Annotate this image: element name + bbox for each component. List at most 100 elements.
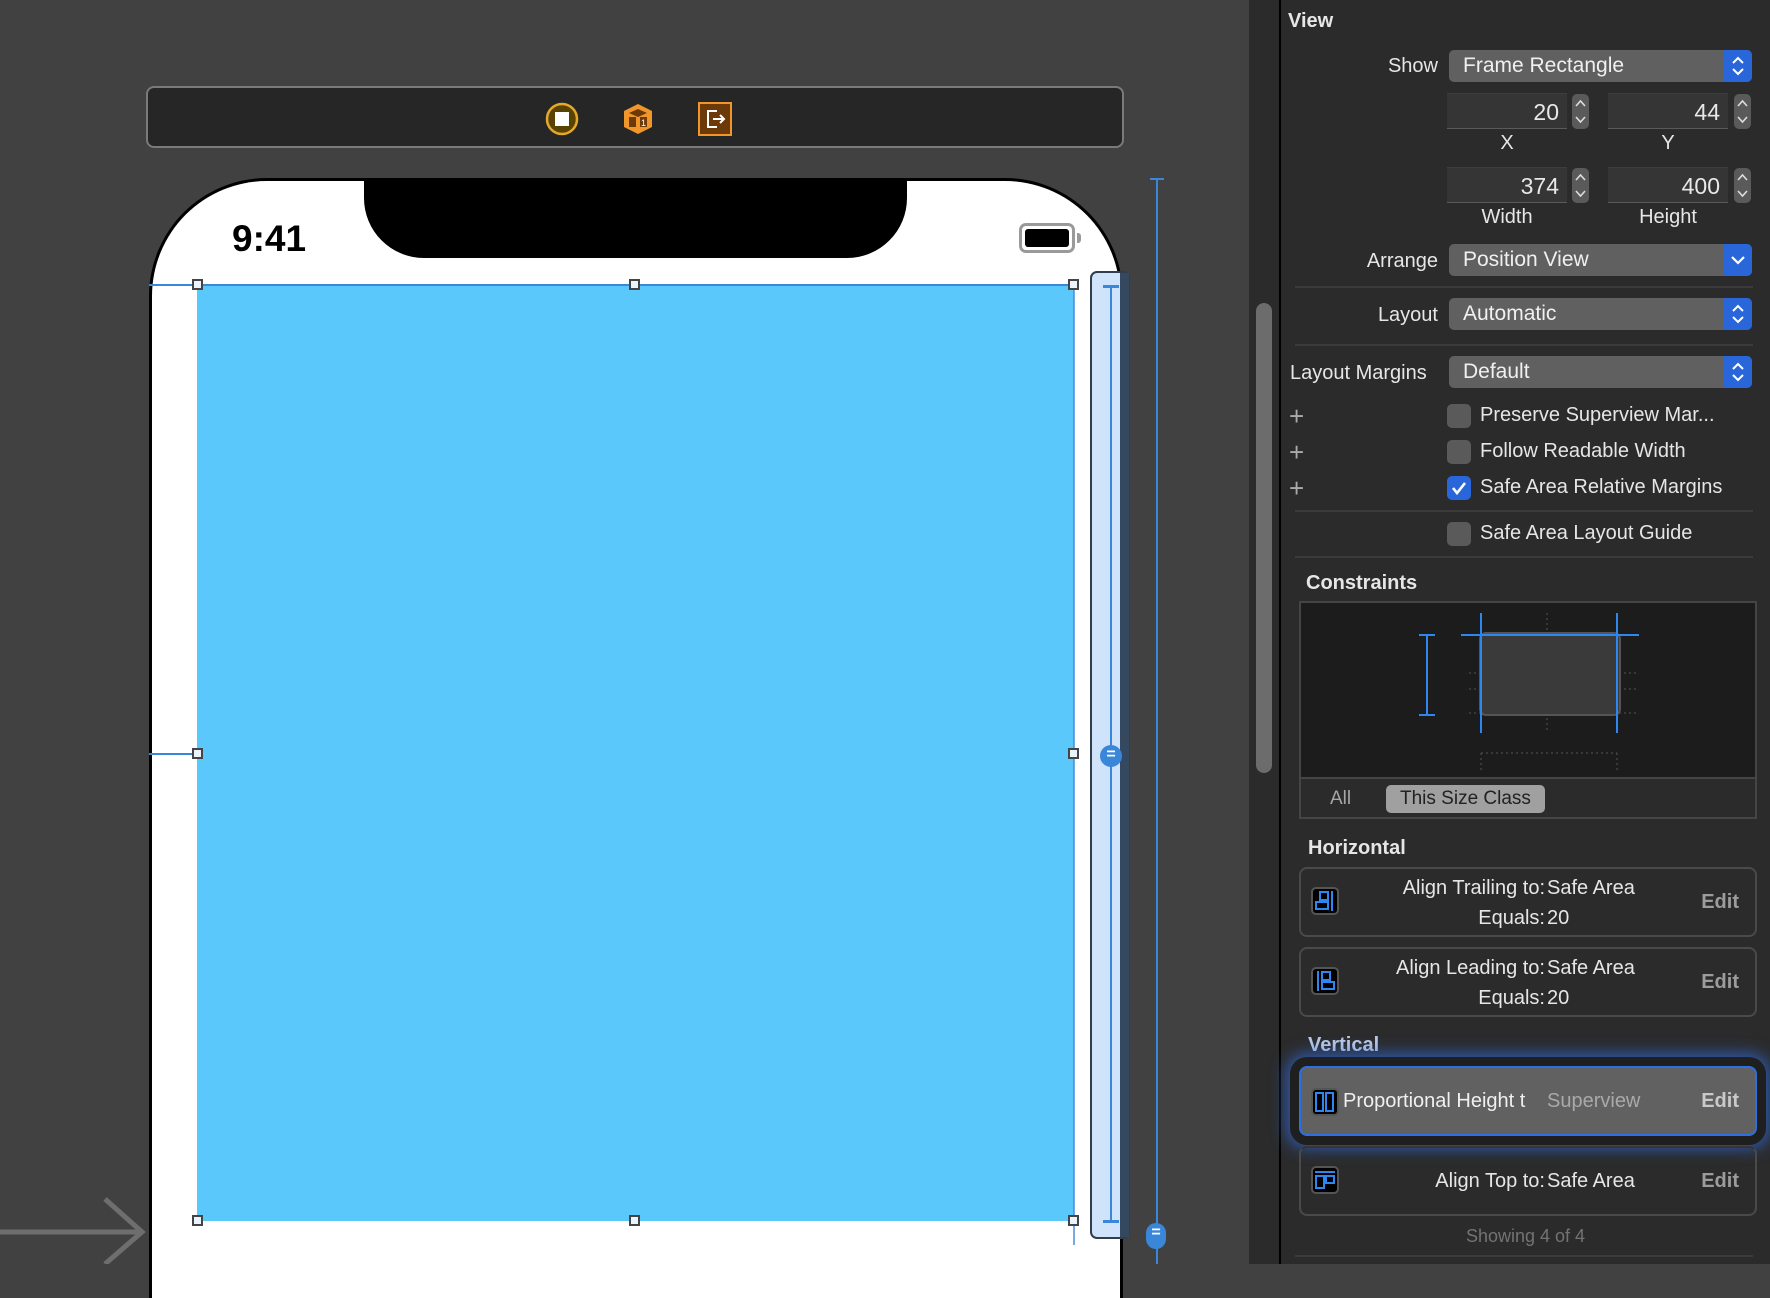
- plus-icon[interactable]: +: [1289, 475, 1304, 501]
- selected-view[interactable]: [197, 285, 1074, 1221]
- x-stepper[interactable]: [1572, 94, 1589, 129]
- follow-readable-width-checkbox[interactable]: [1447, 440, 1471, 464]
- align-top-icon: [1311, 1166, 1339, 1194]
- layout-label: Layout: [1377, 304, 1438, 326]
- superview-equal-badge[interactable]: =: [1146, 1223, 1166, 1249]
- x-field[interactable]: 20: [1447, 93, 1567, 129]
- resize-handle-top-right[interactable]: [1068, 279, 1079, 290]
- view-controller-icon[interactable]: [545, 102, 579, 136]
- constraint-constant: 20: [1547, 907, 1570, 929]
- constraint-row-proportional-height[interactable]: Proportional Height t Superview Edit: [1299, 1066, 1757, 1136]
- height-label: Height: [1639, 206, 1697, 228]
- constraint-equals-label: Equals:: [1478, 987, 1545, 1009]
- preserve-superview-margins-checkbox[interactable]: [1447, 404, 1471, 428]
- separator: [1295, 344, 1753, 346]
- y-stepper[interactable]: [1734, 94, 1751, 129]
- superview-height-line: [1156, 178, 1158, 1264]
- constraint-relation: Align Leading to:: [1395, 957, 1545, 979]
- constraints-title: Constraints: [1306, 572, 1418, 594]
- updown-chevron-icon: [1724, 50, 1752, 82]
- plus-icon[interactable]: +: [1289, 403, 1304, 429]
- constraint-relation: Align Top to:: [1435, 1170, 1545, 1192]
- show-label: Show: [1387, 55, 1438, 77]
- edit-button[interactable]: Edit: [1701, 1170, 1739, 1193]
- device-notch: [364, 178, 907, 258]
- constraint-relation: Proportional Height t: [1343, 1090, 1526, 1112]
- height-field[interactable]: 400: [1608, 167, 1728, 203]
- separator: [1295, 286, 1753, 288]
- resize-handle-bottom-right[interactable]: [1068, 1215, 1079, 1226]
- height-constraint-cap-top: [1103, 285, 1119, 288]
- separator: [1295, 510, 1753, 512]
- canvas-scrollbar-thumb[interactable]: [1256, 303, 1272, 773]
- edit-button[interactable]: Edit: [1701, 1090, 1739, 1113]
- constraint-target: Safe Area: [1547, 877, 1635, 899]
- battery-tip: [1077, 233, 1081, 243]
- leading-constraint-line: [149, 753, 197, 755]
- resize-handle-bottom-left[interactable]: [192, 1215, 203, 1226]
- width-label: Width: [1481, 206, 1533, 228]
- arrange-popup-value: Position View: [1463, 248, 1589, 271]
- checkmark-icon: [1451, 482, 1467, 496]
- layout-popup[interactable]: Automatic: [1449, 298, 1752, 330]
- updown-chevron-icon: [1724, 298, 1752, 330]
- resize-handle-right[interactable]: [1068, 748, 1079, 759]
- separator: [1295, 1255, 1753, 1257]
- height-constraint-cap-bottom: [1103, 1220, 1119, 1223]
- constraint-equals-label: Equals:: [1478, 907, 1545, 929]
- chevron-down-icon: [1724, 244, 1752, 276]
- constraint-relation: Align Trailing to:: [1402, 877, 1545, 899]
- layout-popup-value: Automatic: [1463, 302, 1557, 325]
- preserve-superview-margins-label: Preserve Superview Mar...: [1480, 404, 1715, 426]
- constraints-diagram[interactable]: [1301, 603, 1755, 779]
- vertical-title: Vertical: [1308, 1034, 1380, 1056]
- superview-height-cap: [1150, 178, 1164, 180]
- view-section-title: View: [1288, 10, 1334, 32]
- safe-area-layout-guide-checkbox[interactable]: [1447, 522, 1471, 546]
- scene-dock: 1: [146, 86, 1124, 148]
- updown-chevron-icon: [1724, 356, 1752, 388]
- proportional-height-icon: [1311, 1088, 1339, 1116]
- resize-handle-top-left[interactable]: [192, 279, 203, 290]
- constraint-row-align-trailing[interactable]: Align Trailing to: Safe Area Equals: 20 …: [1299, 867, 1757, 937]
- show-popup[interactable]: Frame Rectangle: [1449, 50, 1752, 82]
- constraints-count: Showing 4 of 4: [1465, 1226, 1586, 1246]
- initial-view-controller-arrow[interactable]: [0, 1196, 150, 1264]
- segment-all[interactable]: All: [1330, 785, 1351, 813]
- follow-readable-width-label: Follow Readable Width: [1480, 440, 1686, 462]
- plus-icon[interactable]: +: [1289, 439, 1304, 465]
- battery-icon: [1019, 223, 1075, 253]
- width-field[interactable]: 374: [1447, 167, 1567, 203]
- svg-text:1: 1: [641, 118, 646, 128]
- constraint-target: Superview: [1547, 1090, 1641, 1112]
- edit-button[interactable]: Edit: [1701, 971, 1739, 994]
- constraint-constant: 20: [1547, 987, 1570, 1009]
- arrange-popup[interactable]: Position View: [1449, 244, 1752, 276]
- horizontal-title: Horizontal: [1308, 837, 1406, 859]
- resize-handle-left[interactable]: [192, 748, 203, 759]
- width-stepper[interactable]: [1572, 168, 1589, 203]
- layout-margins-popup[interactable]: Default: [1449, 356, 1752, 388]
- exit-icon[interactable]: [698, 102, 732, 136]
- arrange-label: Arrange: [1366, 250, 1438, 272]
- status-bar-time: 9:41: [232, 218, 307, 259]
- storyboard-canvas[interactable]: 1 9:41 = =: [0, 0, 1249, 1298]
- constraint-row-align-leading[interactable]: Align Leading to: Safe Area Equals: 20 E…: [1299, 947, 1757, 1017]
- safe-area-relative-margins-label: Safe Area Relative Margins: [1480, 476, 1723, 498]
- y-field[interactable]: 44: [1608, 93, 1728, 129]
- safe-area-relative-margins-checkbox[interactable]: [1447, 476, 1471, 500]
- edit-button[interactable]: Edit: [1701, 891, 1739, 914]
- height-stepper[interactable]: [1734, 168, 1751, 203]
- resize-handle-bottom[interactable]: [629, 1215, 640, 1226]
- constraint-row-align-top[interactable]: Align Top to: Safe Area Edit: [1299, 1146, 1757, 1216]
- constraints-panel: All This Size Class: [1299, 601, 1757, 819]
- constraint-target: Safe Area: [1547, 957, 1635, 979]
- y-label: Y: [1661, 132, 1675, 154]
- separator: [1295, 556, 1753, 558]
- first-responder-icon[interactable]: 1: [621, 102, 655, 136]
- segment-this-size-class[interactable]: This Size Class: [1386, 785, 1545, 813]
- layout-margins-label: Layout Margins: [1290, 362, 1427, 384]
- align-trailing-icon: [1311, 887, 1339, 915]
- equal-constraint-badge[interactable]: =: [1100, 745, 1122, 767]
- resize-handle-top[interactable]: [629, 279, 640, 290]
